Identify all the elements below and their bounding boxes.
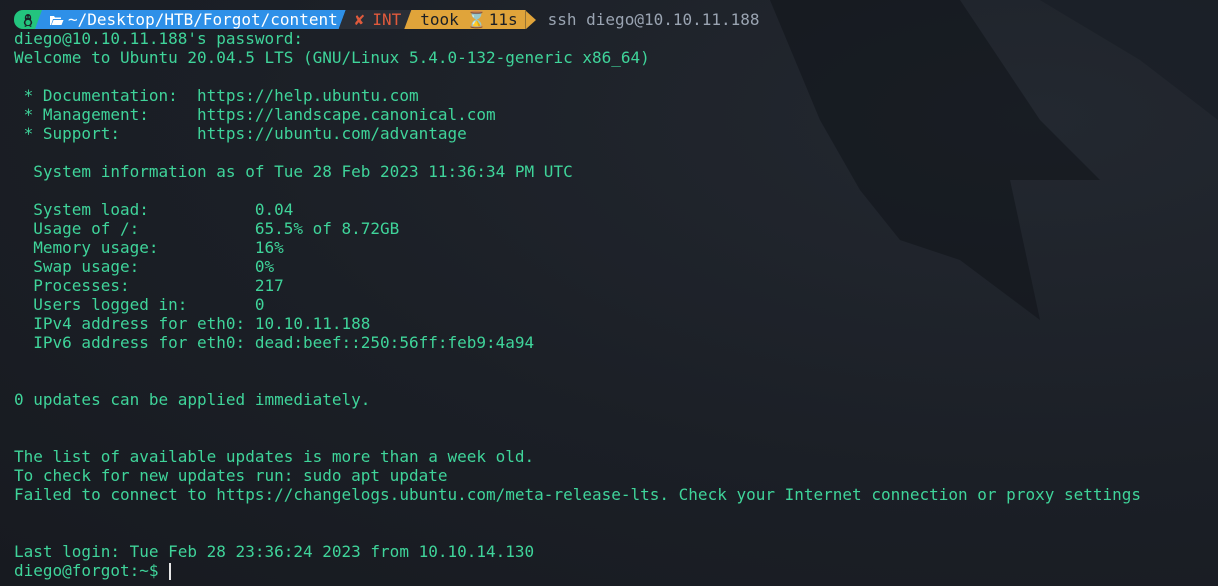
shell-prompt-bar: ~/Desktop/HTB/Forgot/content ✘ INT took … [14, 10, 1218, 29]
terminal-output: ~/Desktop/HTB/Forgot/content ✘ INT took … [14, 10, 1218, 580]
connection-failed-message: Failed to connect to https://changelogs.… [14, 485, 1142, 504]
exit-status-text: INT [372, 10, 402, 29]
current-path: ~/Desktop/HTB/Forgot/content [68, 10, 338, 29]
remote-shell-prompt: diego@forgot:~$ [14, 561, 169, 580]
sysinfo-system-load: System load: 0.04 [14, 200, 294, 219]
terminal-window[interactable]: ~/Desktop/HTB/Forgot/content ✘ INT took … [0, 0, 1218, 586]
sysinfo-memory-usage: Memory usage: 16% [14, 238, 284, 257]
exit-status-segment: ✘ INT [339, 10, 412, 29]
duration-value: 11s [488, 10, 518, 29]
welcome-message: Welcome to Ubuntu 20.04.5 LTS (GNU/Linux… [14, 48, 650, 67]
updates-message: 0 updates can be applied immediately. [14, 390, 371, 409]
link-management: * Management: https://landscape.canonica… [14, 105, 496, 124]
link-support: * Support: https://ubuntu.com/advantage [14, 124, 467, 143]
linux-tux-icon [23, 13, 33, 27]
path-segment: ~/Desktop/HTB/Forgot/content [35, 10, 346, 29]
sysinfo-users-logged-in: Users logged in: 0 [14, 295, 265, 314]
text-cursor[interactable] [169, 563, 172, 580]
duration-segment: took ⌛ 11s [404, 10, 526, 29]
took-label: took [420, 10, 459, 29]
remote-shell-line: diego@forgot:~$ [14, 561, 1218, 580]
sysinfo-swap-usage: Swap usage: 0% [14, 257, 275, 276]
sysinfo-processes: Processes: 217 [14, 276, 284, 295]
sysinfo-header: System information as of Tue 28 Feb 2023… [14, 162, 573, 181]
sysinfo-ipv4: IPv4 address for eth0: 10.10.11.188 [14, 314, 371, 333]
command-text: ssh diego@10.10.11.188 [547, 10, 760, 29]
folder-open-icon [49, 14, 64, 26]
link-documentation: * Documentation: https://help.ubuntu.com [14, 86, 419, 105]
check-updates-message: To check for new updates run: sudo apt u… [14, 466, 448, 485]
updates-list-old-message: The list of available updates is more th… [14, 447, 535, 466]
prompt-arrow-end [525, 10, 536, 29]
sysinfo-ipv6: IPv6 address for eth0: dead:beef::250:56… [14, 333, 535, 352]
last-login-message: Last login: Tue Feb 28 23:36:24 2023 fro… [14, 542, 535, 561]
cross-icon: ✘ [354, 10, 365, 29]
sysinfo-disk-usage: Usage of /: 65.5% of 8.72GB [14, 219, 400, 238]
password-prompt: diego@10.10.11.188's password: [14, 29, 303, 48]
hourglass-icon: ⌛ [466, 10, 487, 29]
